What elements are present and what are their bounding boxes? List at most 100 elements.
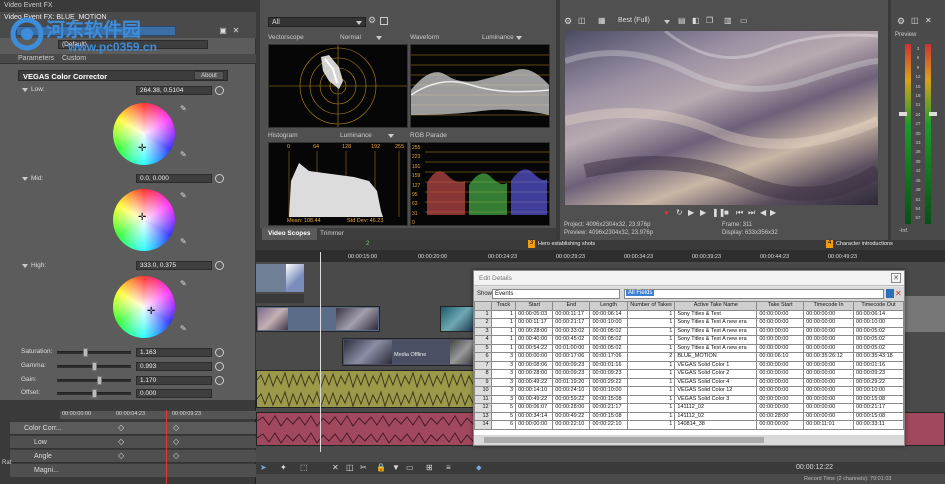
table-cell[interactable]: 00:00:10:00 (853, 386, 904, 396)
table-cell[interactable]: 00:00:01:16 (853, 360, 904, 370)
table-row[interactable]: 8 3 00:00:28:00 00:00:09:23 00:00:09:23 1 VEGA… (474, 369, 904, 379)
table-cell[interactable]: 00:00:00:00 (515, 352, 554, 362)
high-wheel-crosshair-icon[interactable]: ✛ (147, 306, 155, 317)
table-cell[interactable]: 00:00:28:00 (756, 411, 805, 421)
histogram-mode[interactable]: Luminance (340, 132, 372, 142)
table-cell[interactable]: 00:00:00:00 (803, 343, 855, 353)
cursor-tool-icon[interactable]: ➤ (260, 463, 267, 472)
table-cell[interactable]: 00:00:00:00 (515, 420, 554, 430)
table-cell[interactable]: 00:01:00:00 (552, 343, 591, 353)
fader-left[interactable] (899, 112, 907, 116)
table-cell[interactable]: Sony Titles & Text (674, 309, 758, 319)
row-number[interactable]: 5 (474, 343, 492, 353)
tab-parameters[interactable]: Parameters (18, 55, 54, 62)
audio-clip-2[interactable] (256, 412, 476, 446)
offset-slider[interactable] (57, 389, 131, 398)
gamma-reset-icon[interactable] (215, 362, 224, 371)
table-cell[interactable]: 00:00:00:00 (756, 394, 805, 404)
table-cell[interactable]: VEGAS Solid Color 12 (674, 386, 758, 396)
table-cell[interactable]: 00:00:22:10 (589, 420, 628, 430)
table-cell[interactable]: VEGAS Solid Color 2 (674, 369, 758, 379)
gain-value[interactable]: 1.170 (136, 376, 212, 385)
record-icon[interactable]: ● (664, 208, 669, 217)
table-row[interactable]: 9 3 00:00:49:22 00:01:19:20 00:00:29:22 1 VEGA… (474, 377, 904, 387)
column-header[interactable]: Active Take Name (674, 301, 758, 311)
fade-curve[interactable] (286, 264, 304, 292)
table-cell[interactable]: 00:00:14:10 (515, 386, 554, 396)
settings-icon[interactable]: ⚙ (897, 16, 905, 27)
saturation-reset-icon[interactable] (215, 348, 224, 357)
high-reset-icon[interactable] (215, 261, 224, 270)
table-row[interactable]: 4 1 00:00:40:00 00:00:45:02 00:00:05:02 1 Sony… (474, 335, 904, 345)
split-icon[interactable]: ✂ (360, 463, 367, 472)
table-cell[interactable]: 141112_02 (674, 411, 758, 421)
refresh-icon[interactable] (380, 17, 388, 25)
table-cell[interactable]: 3 (490, 377, 517, 387)
table-cell[interactable]: 00:00:06:07 (515, 403, 554, 413)
table-cell[interactable]: 00:00:00:00 (803, 318, 855, 328)
table-cell[interactable]: 00:00:10:00 (853, 318, 904, 328)
table-cell[interactable]: Sony Titles & Text A new era (674, 318, 758, 328)
table-cell[interactable]: 00:00:09:23 (552, 369, 591, 379)
table-cell[interactable]: 5 (490, 403, 517, 413)
table-cell[interactable]: 00:00:45:02 (552, 335, 591, 345)
snapshot-icon[interactable]: ◧ (692, 16, 700, 25)
table-cell[interactable]: 2 (626, 352, 676, 362)
table-cell[interactable]: 00:00:00:00 (756, 420, 805, 430)
gain-slider[interactable] (57, 376, 131, 385)
auto-ripple-icon[interactable]: ≡ (446, 463, 451, 472)
table-cell[interactable]: 00:00:05:02 (589, 326, 628, 336)
settings-icon[interactable]: ⚙ (368, 15, 376, 26)
low-reset-icon[interactable] (215, 86, 224, 95)
mid-eyedropper-2-icon[interactable]: ✎ (180, 237, 187, 246)
table-cell[interactable]: 00:00:24:10 (552, 386, 591, 396)
table-cell[interactable]: 3 (490, 352, 517, 362)
loop-icon[interactable]: ↻ (676, 208, 683, 217)
table-row[interactable]: 14 6 00:00:00:00 00:00:22:10 00:00:22:10 1 140… (474, 420, 904, 430)
offset-value[interactable]: 0.000 (136, 389, 212, 398)
table-row[interactable]: 2 1 00:00:11:17 00:00:21:17 00:00:10:00 1 Sony… (474, 318, 904, 328)
row-number[interactable]: 13 (474, 411, 492, 421)
field-selector[interactable]: All Fields (624, 289, 884, 299)
table-cell[interactable]: BLUE_MOTION (674, 352, 758, 362)
column-header[interactable]: Number of Takes (626, 301, 676, 311)
table-cell[interactable]: 00:00:00:00 (803, 335, 855, 345)
table-cell[interactable]: 00:00:28:00 (515, 369, 554, 379)
table-cell[interactable]: 00:00:09:23 (853, 369, 904, 379)
table-row[interactable]: 11 3 00:00:49:22 00:00:59:22 00:00:15:08 1 VEG… (474, 394, 904, 404)
column-header[interactable]: Track (490, 301, 517, 311)
scrollbar-thumb[interactable] (484, 437, 764, 443)
table-cell[interactable]: 00:00:00:00 (803, 326, 855, 336)
column-header[interactable]: End (552, 301, 591, 311)
table-row[interactable]: 12 5 00:00:06:07 00:00:28:00 00:00:21:17 1 141… (474, 403, 904, 413)
table-row[interactable]: 3 1 00:00:28:00 00:00:33:02 00:00:05:02 1 Sony… (474, 326, 904, 336)
table-cell[interactable]: 00:00:34:14 (515, 411, 554, 421)
table-cell[interactable]: 00:00:21:17 (853, 403, 904, 413)
split-screen-icon[interactable]: ◫ (578, 16, 586, 25)
offset-thumb[interactable] (92, 389, 97, 398)
table-cell[interactable]: 00:00:29:22 (589, 377, 628, 387)
table-cell[interactable]: 00:00:33:02 (552, 326, 591, 336)
table-cell[interactable]: 00:00:17:06 (589, 352, 628, 362)
table-row[interactable]: 13 5 00:00:34:14 00:00:49:22 00:00:15:08 1 141… (474, 411, 904, 421)
gain-thumb[interactable] (97, 376, 102, 385)
table-cell[interactable]: 1 (626, 411, 676, 421)
table-cell[interactable]: 00:00:09:23 (589, 369, 628, 379)
table-cell[interactable]: 1 (626, 377, 676, 387)
marker-icon[interactable]: ▼ (392, 463, 400, 472)
table-cell[interactable]: 00:00:29:22 (853, 377, 904, 387)
table-cell[interactable]: 00:00:10:00 (589, 318, 628, 328)
table-cell[interactable]: 00:00:06:14 (589, 309, 628, 319)
row-number[interactable]: 11 (474, 394, 492, 404)
kf-row-color-corrector[interactable]: Color Corr... ◇ ◇ (10, 422, 256, 435)
mid-wheel-crosshair-icon[interactable]: ✛ (138, 212, 146, 223)
table-cell[interactable]: 00:00:00:00 (756, 326, 805, 336)
table-cell[interactable]: 00:00:06:14 (853, 309, 904, 319)
table-cell[interactable]: 00:00:09:23 (552, 360, 591, 370)
table-cell[interactable]: 140814_38 (674, 420, 758, 430)
row-number[interactable]: 4 (474, 335, 492, 345)
table-cell[interactable]: 00:00:35:43:18 (853, 352, 904, 362)
gamma-value[interactable]: 0.993 (136, 362, 212, 371)
keyframe-icon[interactable]: ◇ (173, 451, 179, 460)
marker-number[interactable]: 3 (528, 240, 535, 248)
